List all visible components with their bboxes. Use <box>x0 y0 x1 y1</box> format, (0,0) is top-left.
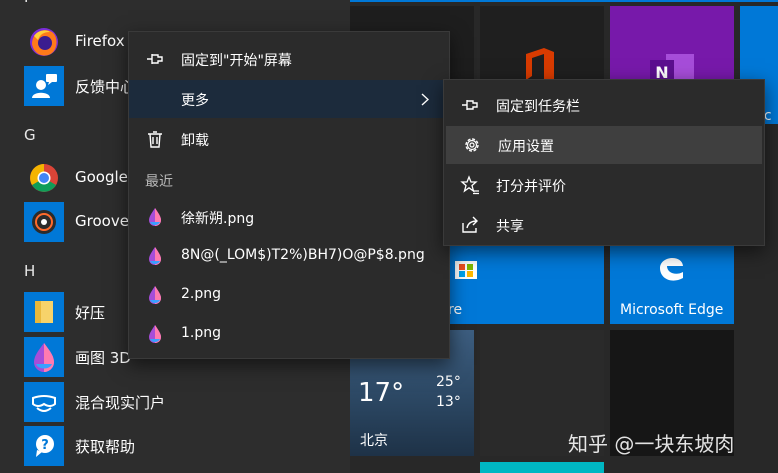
recent-item[interactable]: 2.png <box>129 276 449 314</box>
menu-item-label: 共享 <box>496 219 524 235</box>
paint-3d-icon <box>24 337 64 377</box>
menu-item-label: 1.png <box>181 325 222 341</box>
menu-item-label: 应用设置 <box>498 139 554 155</box>
menu-item-rate-and-review[interactable]: 打分并评价 <box>444 166 764 204</box>
app-label: Firefox <box>75 32 125 50</box>
share-icon <box>462 216 478 233</box>
app-label: 画图 3D <box>75 349 131 367</box>
paint-file-icon <box>149 325 161 343</box>
app-label: Groove <box>75 212 129 230</box>
app-label: 获取帮助 <box>75 438 136 456</box>
menu-item-pin-to-start[interactable]: 固定到"开始"屏幕 <box>129 40 449 78</box>
menu-item-more[interactable]: 更多 <box>129 80 449 118</box>
svg-text:?: ? <box>41 438 49 453</box>
store-icon <box>455 261 477 279</box>
gear-icon <box>465 138 479 152</box>
app-get-help[interactable]: ? 获取帮助 <box>24 426 350 466</box>
group-header-h[interactable]: H <box>24 262 35 280</box>
weather-low: 13° <box>436 394 461 410</box>
menu-item-label: 固定到"开始"屏幕 <box>181 53 292 69</box>
chevron-right-icon <box>421 93 429 106</box>
haoya-icon <box>24 292 64 332</box>
tile-label: re <box>448 302 463 318</box>
app-label: Google <box>75 168 128 186</box>
menu-item-share[interactable]: 共享 <box>444 206 764 244</box>
trash-icon <box>148 131 162 148</box>
paint-file-icon <box>149 286 161 304</box>
recent-item[interactable]: 1.png <box>129 315 449 353</box>
pin-icon <box>147 54 163 64</box>
menu-item-label: 2.png <box>181 286 222 302</box>
tile-microsoft-edge[interactable]: Microsoft Edge <box>610 240 734 324</box>
menu-item-app-settings[interactable]: 应用设置 <box>446 126 762 164</box>
weather-temperature: 17° <box>358 378 405 408</box>
feedback-hub-icon <box>24 66 64 106</box>
recent-item[interactable]: 8N@(_LOM$)T2%)BH7)O@P$8.png <box>129 237 449 275</box>
tile-top-strip <box>350 0 778 2</box>
app-label: 反馈中心 <box>75 78 136 96</box>
tile-bottom-strip[interactable] <box>480 462 604 473</box>
menu-item-pin-to-taskbar[interactable]: 固定到任务栏 <box>444 86 764 124</box>
recent-section-header: 最近 <box>145 174 173 190</box>
star-rating-icon <box>460 175 479 195</box>
groove-music-icon <box>24 202 64 242</box>
menu-item-label: 卸载 <box>181 133 209 149</box>
recent-item[interactable]: 徐新朔.png <box>129 198 449 236</box>
paint-file-icon <box>149 208 161 226</box>
menu-item-uninstall[interactable]: 卸载 <box>129 120 449 158</box>
menu-item-label: 更多 <box>181 93 209 109</box>
more-submenu: 固定到任务栏 应用设置 打分并评价 共享 <box>443 79 765 246</box>
menu-item-label: 徐新朔.png <box>181 211 255 227</box>
menu-item-label: 打分并评价 <box>496 179 566 195</box>
app-label: 混合现实门户 <box>75 394 166 412</box>
weather-city: 北京 <box>360 433 388 449</box>
weather-high: 25° <box>436 374 461 390</box>
app-mixed-reality-portal[interactable]: 混合现实门户 <box>24 382 350 422</box>
group-header-f[interactable]: F <box>24 0 33 6</box>
get-help-icon: ? <box>24 426 64 466</box>
tile-label: Microsoft Edge <box>620 302 724 318</box>
context-menu: 固定到"开始"屏幕 更多 卸载 最近 徐新朔.png 8N@(_LOM$)T2%… <box>128 31 450 359</box>
edge-icon <box>660 257 683 281</box>
paint-file-icon <box>149 247 161 265</box>
group-header-g[interactable]: G <box>24 126 36 144</box>
menu-item-label: 8N@(_LOM$)T2%)BH7)O@P$8.png <box>181 247 425 263</box>
firefox-icon <box>24 22 64 62</box>
menu-item-label: 固定到任务栏 <box>496 99 580 115</box>
watermark: 知乎 @一块东坡肉 <box>568 432 735 456</box>
pin-icon <box>462 100 478 110</box>
chrome-icon <box>24 158 64 198</box>
app-label: 好压 <box>75 304 106 322</box>
mixed-reality-icon <box>24 382 64 422</box>
